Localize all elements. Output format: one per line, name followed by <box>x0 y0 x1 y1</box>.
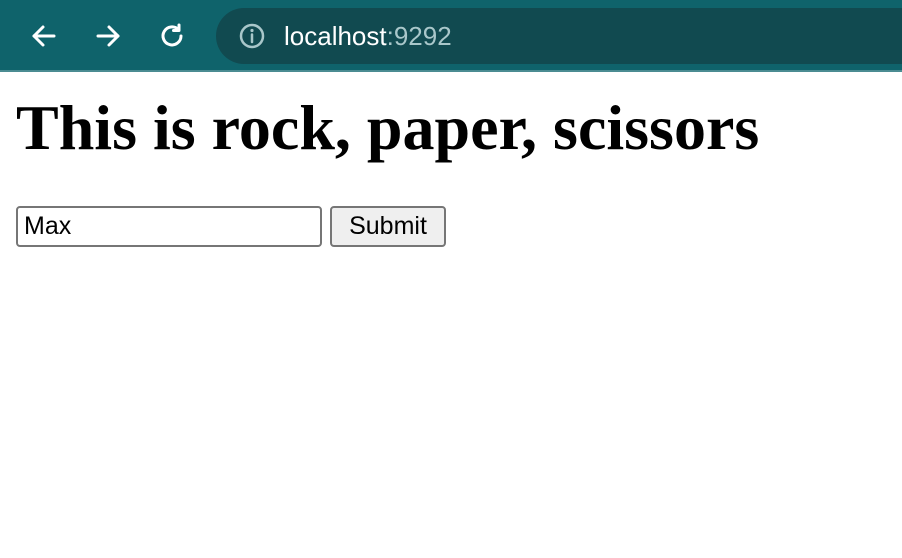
arrow-right-icon <box>96 25 120 47</box>
page-content: This is rock, paper, scissors Submit <box>0 74 902 558</box>
name-input[interactable] <box>16 206 322 247</box>
reload-button[interactable] <box>152 16 192 56</box>
url-host: localhost <box>284 20 387 51</box>
back-button[interactable] <box>24 16 64 56</box>
arrow-left-icon <box>32 25 56 47</box>
browser-toolbar: localhost:9292 <box>0 0 902 72</box>
reload-icon <box>161 23 183 47</box>
submit-button[interactable]: Submit <box>330 206 446 247</box>
info-icon[interactable] <box>238 22 266 50</box>
address-url: localhost:9292 <box>284 21 452 52</box>
page-title: This is rock, paper, scissors <box>16 92 760 163</box>
address-bar[interactable]: localhost:9292 <box>216 8 902 64</box>
url-port: :9292 <box>386 20 452 51</box>
forward-button[interactable] <box>88 16 128 56</box>
